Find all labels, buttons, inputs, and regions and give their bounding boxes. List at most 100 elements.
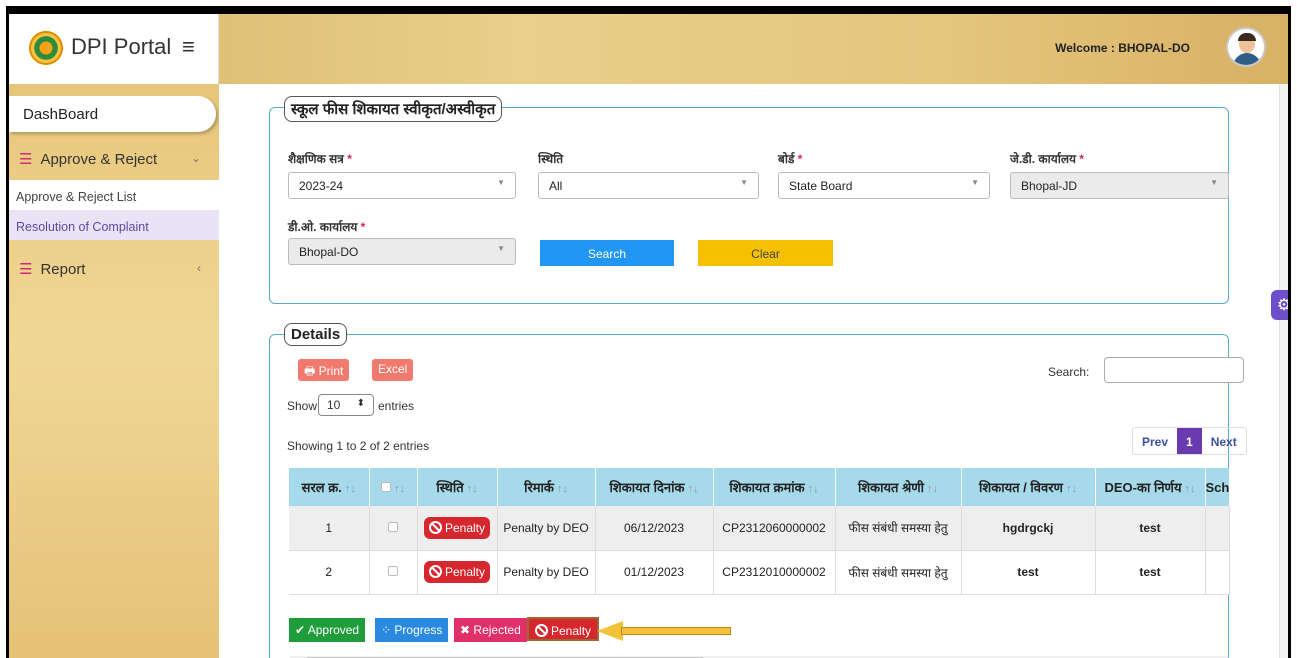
page-vertical-scrollbar[interactable] [1279,84,1288,658]
sort-icon: ↑↓ [344,483,356,495]
sort-icon: ↑↓ [1065,483,1077,495]
row-checkbox[interactable] [388,566,398,576]
printer-icon: 🖶 [304,364,316,378]
annotation-arrow-head [597,621,623,641]
avatar[interactable] [1226,27,1266,67]
annotation-arrow-shaft [621,627,731,635]
progress-legend-button[interactable]: ⁘ Progress [375,618,449,642]
session-label: शैक्षणिक सत्र * [288,152,352,166]
avatar-hair-icon [1238,33,1256,41]
col-header-number[interactable]: शिकायत क्रमांक ↑↓ [713,468,836,506]
col-header-category[interactable]: शिकायत श्रेणी ↑↓ [835,468,962,506]
entries-select[interactable]: 10 ⬍ [318,394,374,416]
cell-school [1205,550,1230,595]
approve-reject-submenu: Approve & Reject List Resolution of Comp… [9,180,219,240]
status-label: स्थिति [538,152,564,166]
sort-icon: ↑↓ [394,482,405,495]
welcome-text: Welcome : BHOPAL-DO [1055,41,1190,55]
pagination: Prev 1 Next [1132,427,1247,455]
select-all-checkbox[interactable] [381,481,391,492]
col-header-school[interactable]: Schoo [1205,468,1230,506]
details-legend: Details [284,323,348,346]
col-header-sno[interactable]: सरल क्र. ↑↓ [289,468,370,506]
list-icon: ☰ [19,151,33,168]
cell-status: Penalty [417,550,498,595]
rejected-legend-button[interactable]: ✖ Rejected [454,618,527,642]
hamburger-icon[interactable]: ≡ [182,34,195,60]
search-label: Search: [1048,365,1090,379]
browser-frame: DPI Portal ≡ Welcome : BHOPAL-DO DashBoa… [6,6,1291,658]
col-header-description[interactable]: शिकायत / विवरण ↑↓ [961,468,1096,506]
cell-description: test [961,550,1096,595]
print-button[interactable]: 🖶 Print [298,359,350,381]
sidebar-item-approve-reject[interactable]: ☰ Approve & Reject ⌄ [9,144,219,172]
cell-remark: Penalty by DEO [497,506,596,551]
do-office-label: डी.ओ. कार्यालय * [288,220,366,234]
row-checkbox[interactable] [388,521,398,532]
ban-icon [535,624,548,637]
table-header-row: सरल क्र. ↑↓ ↑↓ स्थिति ↑↓ रिमार्क ↑↓ शिकायत … [289,468,1230,506]
cell-sno: 1 [289,506,370,551]
cell-select [369,550,418,595]
caret-down-icon: ▼ [497,244,505,253]
next-button[interactable]: Next [1202,428,1246,454]
session-select[interactable]: 2023-24 ▼ [288,172,516,199]
do-office-select[interactable]: Bhopal-DO ▼ [288,238,516,265]
board-select[interactable]: State Board ▼ [778,172,990,199]
ban-icon [428,565,442,578]
search-button[interactable]: Search [540,240,674,266]
filter-legend: स्कूल फीस शिकायत स्वीकृत/अस्वीकृत [284,96,503,122]
cell-select [369,506,418,551]
gear-icon[interactable]: ⚙ [1271,290,1288,320]
col-header-date[interactable]: शिकायत दिनांक ↑↓ [595,468,714,506]
complaints-table: सरल क्र. ↑↓ ↑↓ स्थिति ↑↓ रिमार्क ↑↓ शिकायत … [289,468,1230,595]
col-header-status[interactable]: स्थिति ↑↓ [417,468,498,506]
sort-icon: ↑↓ [927,483,939,495]
col-header-remark[interactable]: रिमार्क ↑↓ [497,468,596,506]
table-row: 2 Penalty Penalty by DEO 01/12/2023 CP23… [289,550,1230,595]
sort-icon: ↑↓ [556,483,568,495]
sidebar-item-approve-reject-list[interactable]: Approve & Reject List [9,180,219,210]
approved-legend-button[interactable]: ✔ Approved [289,618,366,642]
top-bar: DPI Portal ≡ Welcome : BHOPAL-DO [9,14,1288,84]
cell-category: फीस संबंधी समस्या हेतु [835,550,962,595]
updown-icon: ⬍ [356,398,365,409]
caret-down-icon: ▼ [740,178,748,187]
cell-status: Penalty [417,506,498,551]
list-icon: ☰ [19,261,33,278]
sidebar-item-dashboard[interactable]: DashBoard [9,96,216,132]
jd-office-select[interactable]: Bhopal-JD ▼ [1010,172,1229,199]
brand-area: DPI Portal ≡ [9,14,219,84]
caret-down-icon: ▼ [971,178,979,187]
prev-button[interactable]: Prev [1133,428,1177,454]
table-search-input[interactable] [1104,357,1244,383]
clear-button[interactable]: Clear [698,240,833,266]
caret-down-icon: ▼ [1210,178,1218,187]
sidebar-item-report[interactable]: ☰ Report ‹ [9,254,219,282]
cell-deo-decision: test [1095,550,1206,595]
excel-button[interactable]: Excel [372,359,414,381]
sidebar-item-resolution-of-complaint[interactable]: Resolution of Complaint [9,210,219,240]
caret-down-icon: ▼ [497,178,505,187]
status-select[interactable]: All ▼ [538,172,759,199]
filter-panel: स्कूल फीस शिकायत स्वीकृत/अस्वीकृत शैक्षण… [269,96,1229,304]
col-header-deo-decision[interactable]: DEO-का निर्णय ↑↓ [1095,468,1206,506]
cell-number: CP2312010000002 [713,550,836,595]
cell-date: 06/12/2023 [595,506,714,551]
chevron-down-icon: ⌄ [190,151,201,165]
cell-category: फीस संबंधी समस्या हेतु [835,506,962,551]
cell-sno: 2 [289,550,370,595]
sidebar: DashBoard ☰ Approve & Reject ⌄ Approve & … [9,84,219,658]
mp-logo-icon [29,31,63,65]
sort-icon: ↑↓ [807,483,819,495]
penalty-legend-button[interactable]: Penalty [527,617,600,641]
jd-office-label: जे.डी. कार्यालय * [1010,152,1084,166]
page-1-button[interactable]: 1 [1177,428,1202,454]
board-label: बोर्ड * [778,152,803,166]
cell-school [1205,506,1230,551]
col-header-select[interactable]: ↑↓ [369,468,418,506]
spinner-icon: ⁘ [381,623,392,637]
check-icon: ✔ [295,623,306,637]
penalty-badge[interactable]: Penalty [423,561,491,583]
penalty-badge[interactable]: Penalty [423,516,491,539]
